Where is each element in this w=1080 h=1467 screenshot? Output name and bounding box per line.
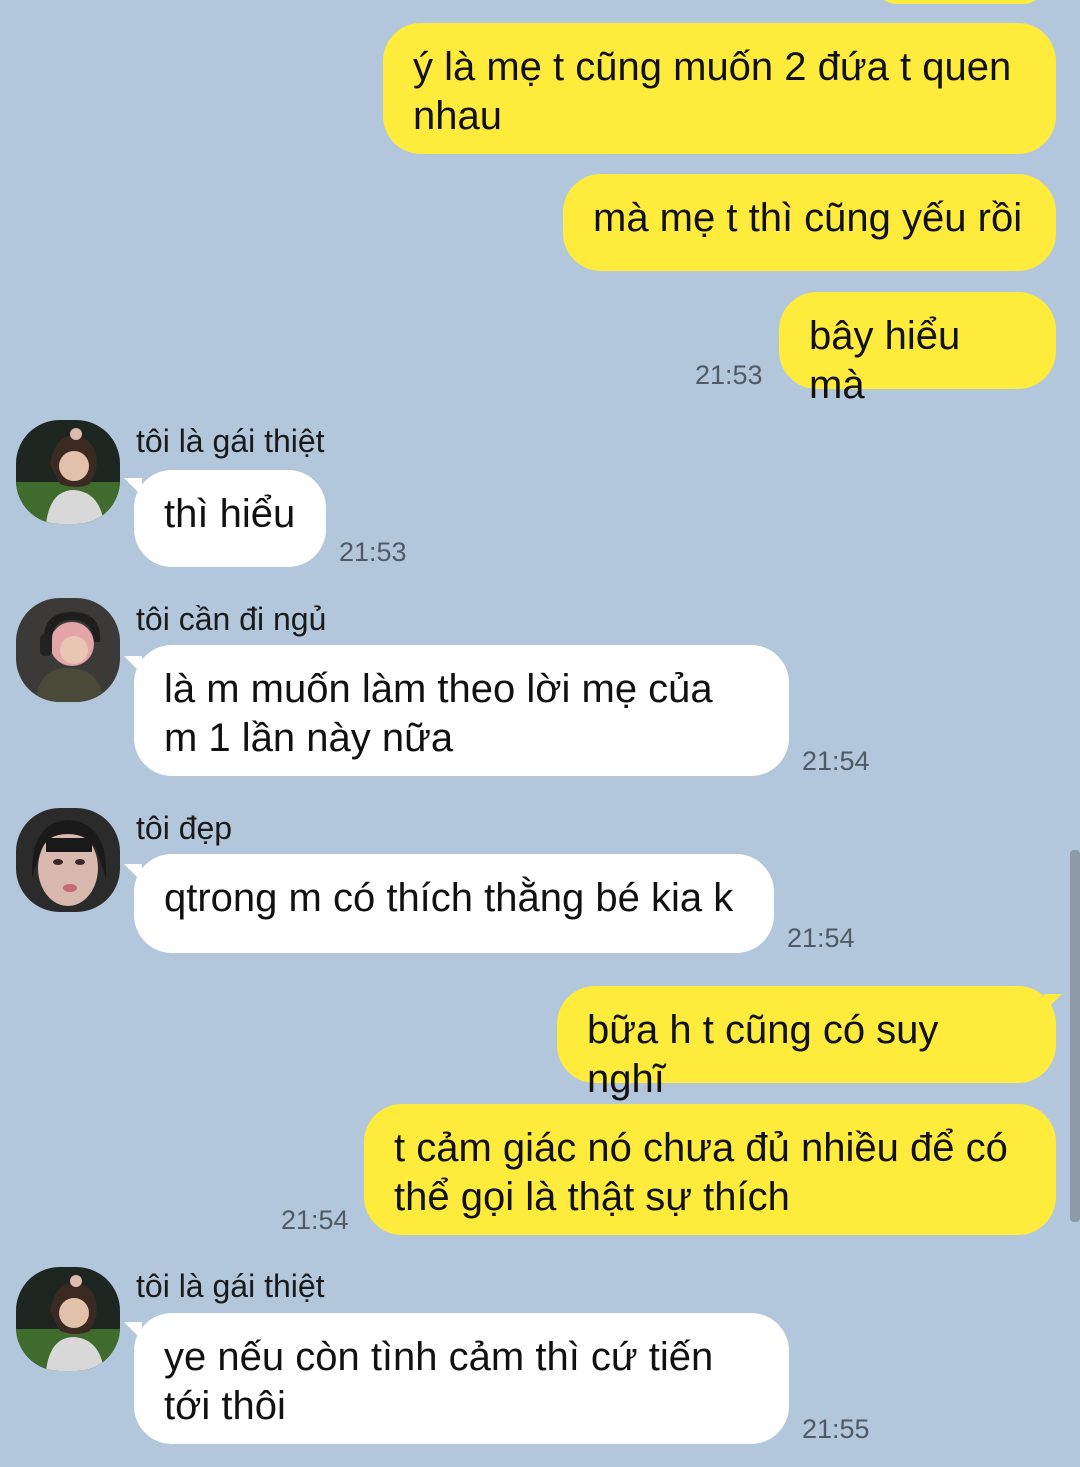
avatar-photo-icon — [16, 420, 120, 524]
sender-avatar[interactable] — [16, 420, 120, 524]
sender-name: tôi đẹp — [136, 810, 233, 846]
message-timestamp: 21:54 — [787, 923, 855, 953]
sender-name: tôi là gái thiệt — [136, 1268, 325, 1304]
avatar-photo-icon — [16, 808, 120, 912]
incoming-message-bubble[interactable]: là m muốn làm theo lời mẹ của m 1 lần nà… — [134, 645, 789, 776]
outgoing-message-bubble[interactable]: t cảm giác nó chưa đủ nhiều để có thể gọ… — [364, 1104, 1056, 1235]
incoming-message-bubble[interactable]: ye nếu còn tình cảm thì cứ tiến tới thôi — [134, 1313, 789, 1444]
sender-avatar[interactable] — [16, 808, 120, 912]
outgoing-message-bubble[interactable]: bữa h t cũng có suy nghĩ — [557, 986, 1056, 1101]
incoming-message-bubble[interactable]: thì hiểu — [134, 470, 326, 567]
sender-name: tôi cần đi ngủ — [136, 601, 327, 637]
message-timestamp: 21:54 — [281, 1205, 349, 1235]
message-timestamp: 21:55 — [802, 1414, 870, 1444]
message-timestamp: 21:53 — [695, 360, 763, 390]
sender-avatar[interactable] — [16, 1267, 120, 1371]
incoming-message-bubble[interactable]: qtrong m có thích thằng bé kia k — [134, 854, 774, 953]
outgoing-message-bubble[interactable]: mà mẹ t thì cũng yếu rồi — [563, 174, 1056, 271]
sender-avatar[interactable] — [16, 598, 120, 702]
outgoing-message-bubble[interactable]: bây hiểu mà — [779, 292, 1056, 407]
outgoing-message-bubble[interactable]: ý là mẹ t cũng muốn 2 đứa t quen nhau — [383, 23, 1056, 154]
sender-name: tôi là gái thiệt — [136, 423, 325, 459]
chat-scrollbar[interactable] — [1070, 850, 1080, 1222]
message-timestamp: 21:53 — [339, 537, 407, 567]
avatar-photo-icon — [16, 1267, 120, 1371]
message-timestamp: 21:54 — [802, 746, 870, 776]
outgoing-bubble-partial — [875, 0, 1045, 4]
avatar-photo-icon — [16, 598, 120, 702]
